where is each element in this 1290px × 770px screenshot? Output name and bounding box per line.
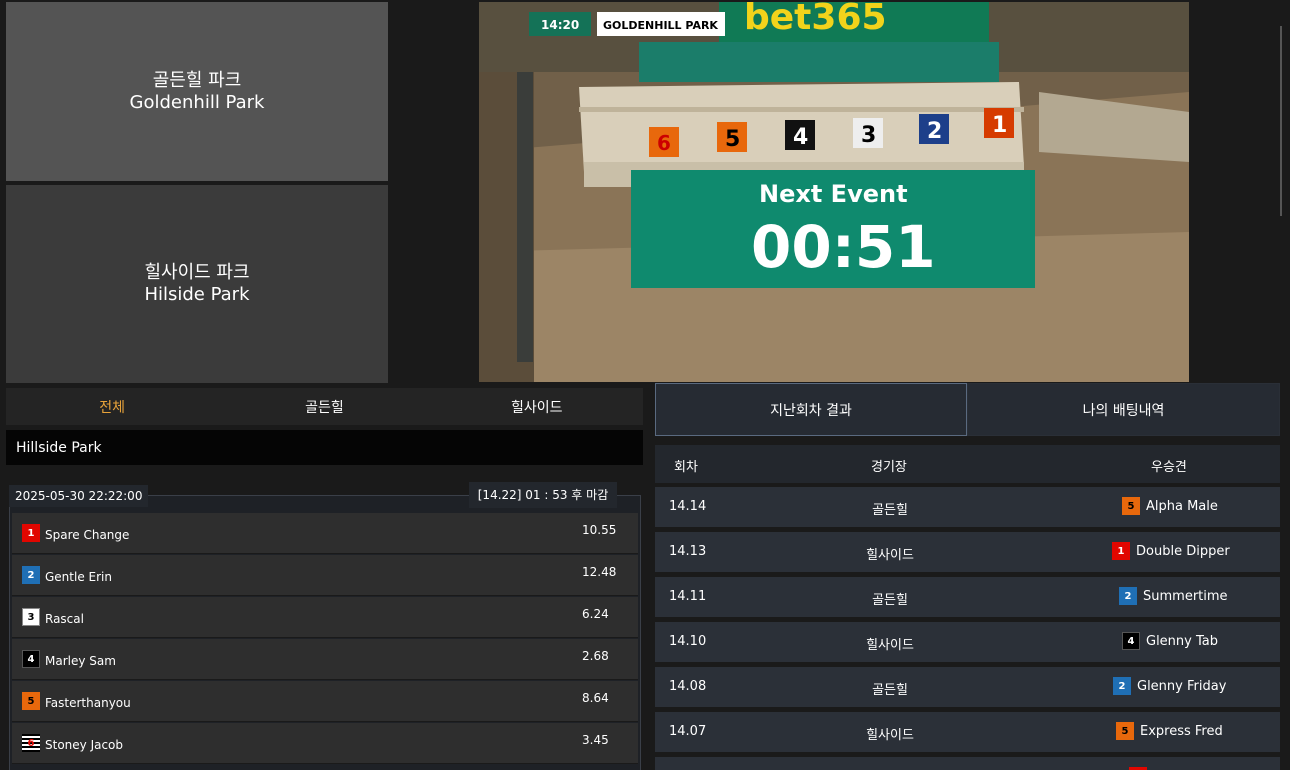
result-round: 14.07 — [669, 724, 707, 739]
current-track-header: Hillside Park — [6, 430, 643, 465]
runner-odds[interactable]: 10.55 — [582, 523, 616, 537]
countdown-timer: 00:51 — [751, 213, 936, 281]
trap-badge: 2 — [22, 566, 40, 584]
winner-name: Alpha Male — [1146, 498, 1218, 514]
trap-badge: 6 — [22, 734, 40, 752]
runner-odds[interactable]: 2.68 — [582, 649, 609, 663]
race-video-stream[interactable]: bet365 14:20 GOLDENHILL PARK 6 5 4 3 2 1… — [479, 2, 1189, 382]
runner-name: Marley Sam — [45, 654, 116, 668]
race-datetime: 2025-05-30 22:22:00 — [9, 485, 149, 507]
result-round: 14.10 — [669, 634, 707, 649]
race-deadline-countdown: [14.22] 01 : 53 후 마감 — [469, 482, 617, 508]
runner-odds[interactable]: 8.64 — [582, 691, 609, 705]
result-row[interactable]: 1 — [655, 757, 1280, 770]
runner-row[interactable]: 3 Rascal 6.24 — [12, 597, 638, 638]
tab-goldenhill[interactable]: 골든힐 — [218, 388, 430, 425]
winner-name: Summertime — [1143, 588, 1228, 604]
tab-all[interactable]: 전체 — [6, 388, 218, 425]
runner-row[interactable]: 1 Spare Change 10.55 — [12, 513, 638, 554]
sponsor-text: bet365 — [744, 2, 887, 38]
tab-my-bets[interactable]: 나의 배팅내역 — [967, 383, 1280, 436]
result-round: 14.11 — [669, 589, 707, 604]
runner-name: Spare Change — [45, 528, 130, 542]
history-tabs: 지난회차 결과 나의 배팅내역 — [655, 383, 1280, 436]
result-venue-text: 힐사이드 — [866, 638, 914, 653]
trap-badge: 4 — [1122, 632, 1140, 650]
trap-badge: 5 — [1122, 497, 1140, 515]
result-round: 14.08 — [669, 679, 707, 694]
runner-row[interactable]: 4 Marley Sam 2.68 — [12, 639, 638, 680]
result-round: 14.14 — [669, 499, 707, 514]
trap-badge: 5 — [1116, 722, 1134, 740]
result-venue-text: 힐사이드 — [866, 548, 914, 563]
track-tile-hillside[interactable]: 힐사이드 파크 Hilside Park — [6, 185, 388, 383]
tab-past-results[interactable]: 지난회차 결과 — [655, 383, 967, 436]
trap-number: 1 — [992, 113, 1007, 138]
trap-number: 5 — [725, 127, 740, 152]
result-winner: 4 Glenny Tab — [1122, 632, 1218, 650]
runner-name: Gentle Erin — [45, 570, 112, 584]
trap-number: 6 — [657, 131, 671, 155]
winner-name: Express Fred — [1140, 723, 1223, 739]
trap-number: 2 — [927, 119, 942, 144]
tab-hillside[interactable]: 힐사이드 — [431, 388, 643, 425]
result-venue-text: 힐사이드 — [866, 728, 914, 743]
current-track-name: Hillside Park — [16, 439, 102, 456]
app-root: 골든힐 파크 Goldenhill Park 힐사이드 파크 Hilside P… — [0, 0, 1290, 770]
trap-badge: 1 — [22, 524, 40, 542]
result-round: 14.13 — [669, 544, 707, 559]
winner-name: Double Dipper — [1136, 543, 1230, 559]
runner-odds[interactable]: 3.45 — [582, 733, 609, 747]
venue-filter-tabs: 전체 골든힐 힐사이드 — [6, 388, 643, 425]
results-table-header: 회차 경기장 우승견 — [655, 445, 1280, 483]
winner-name: Glenny Tab — [1146, 633, 1218, 649]
trap-badge: 2 — [1119, 587, 1137, 605]
trap-badge: 2 — [1113, 677, 1131, 695]
track-korean-name: 골든힐 파크 — [152, 69, 242, 91]
runner-name: Stoney Jacob — [45, 738, 124, 752]
column-header-winner: 우승견 — [1151, 460, 1187, 475]
result-venue-text: 골든힐 — [872, 593, 908, 608]
result-venue-text: 골든힐 — [872, 503, 908, 518]
result-row[interactable]: 14.07 힐사이드 5 Express Fred — [655, 712, 1280, 752]
trap-badge: 5 — [22, 692, 40, 710]
trap-badge: 4 — [22, 650, 40, 668]
runner-row[interactable]: 6 Stoney Jacob 3.45 — [12, 723, 638, 764]
result-row[interactable]: 14.14 골든힐 5 Alpha Male — [655, 487, 1280, 527]
column-header-venue: 경기장 — [871, 460, 907, 475]
runner-odds[interactable]: 12.48 — [582, 565, 616, 579]
track-scene-image: bet365 14:20 GOLDENHILL PARK 6 5 4 3 2 1… — [479, 2, 1189, 382]
result-winner: 2 Summertime — [1119, 587, 1228, 605]
trap-badge: 3 — [22, 608, 40, 626]
runner-row[interactable]: 5 Fasterthanyou 8.64 — [12, 681, 638, 722]
column-header-round: 회차 — [674, 460, 698, 475]
runner-name: Fasterthanyou — [45, 696, 131, 710]
track-english-name: Hilside Park — [144, 284, 250, 305]
result-winner: 5 Express Fred — [1116, 722, 1223, 740]
result-winner: 1 Double Dipper — [1112, 542, 1230, 560]
trap-badge: 1 — [1112, 542, 1130, 560]
result-venue-text: 골든힐 — [872, 683, 908, 698]
runner-odds[interactable]: 6.24 — [582, 607, 609, 621]
video-time: 14:20 — [541, 18, 579, 32]
winner-name: Glenny Friday — [1137, 678, 1227, 694]
result-winner: 2 Glenny Friday — [1113, 677, 1226, 695]
trap-number: 4 — [793, 125, 808, 150]
runner-row[interactable]: 2 Gentle Erin 12.48 — [12, 555, 638, 596]
trap-number: 3 — [861, 123, 876, 148]
track-korean-name: 힐사이드 파크 — [144, 262, 250, 283]
result-row[interactable]: 14.08 골든힐 2 Glenny Friday — [655, 667, 1280, 707]
runner-name: Rascal — [45, 612, 84, 626]
track-tile-goldenhill[interactable]: 골든힐 파크 Goldenhill Park — [6, 2, 388, 181]
result-winner: 5 Alpha Male — [1122, 497, 1218, 515]
next-event-label: Next Event — [759, 180, 908, 208]
result-row[interactable]: 14.11 골든힐 2 Summertime — [655, 577, 1280, 617]
video-track-name: GOLDENHILL PARK — [603, 19, 718, 32]
video-scrollbar[interactable] — [1280, 26, 1282, 216]
track-english-name: Goldenhill Park — [129, 91, 265, 113]
result-row[interactable]: 14.10 힐사이드 4 Glenny Tab — [655, 622, 1280, 662]
result-row[interactable]: 14.13 힐사이드 1 Double Dipper — [655, 532, 1280, 572]
